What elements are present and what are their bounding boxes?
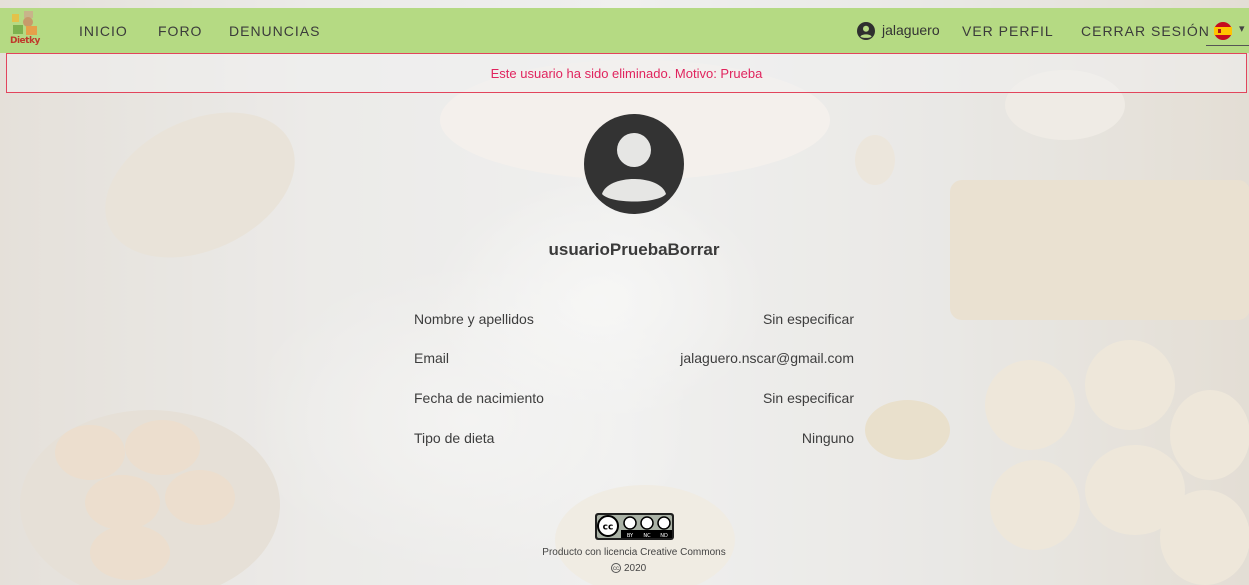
info-row-nombre: Nombre y apellidos Sin especificar	[414, 311, 854, 331]
nav-link-denuncias[interactable]: DENUNCIAS	[229, 23, 320, 39]
nav-link-inicio[interactable]: INICIO	[79, 23, 128, 39]
info-label: Email	[414, 350, 450, 366]
cc-by-nc-nd-badge[interactable]: cc BY NC ND	[595, 513, 674, 540]
svg-text:BY: BY	[627, 533, 634, 539]
info-row-email: Email jalaguero.nscar@gmail.com	[414, 350, 854, 370]
cerrar-sesion-link[interactable]: CERRAR SESIÓN	[1081, 23, 1210, 39]
info-value: Ninguno	[801, 430, 854, 446]
cc-icon: cc	[611, 563, 621, 574]
svg-text:ND: ND	[660, 533, 668, 539]
account-circle-icon	[857, 22, 875, 40]
info-value: Sin especificar	[762, 390, 854, 406]
username-link[interactable]: jalaguero	[882, 22, 940, 38]
footer-license-text: Producto con licencia Creative Commons	[542, 547, 726, 558]
info-label: Nombre y apellidos	[414, 311, 534, 327]
logo-text: Dietky	[10, 36, 40, 46]
ver-perfil-link[interactable]: VER PERFIL	[962, 23, 1054, 39]
info-value: jalaguero.nscar@gmail.com	[680, 350, 854, 366]
svg-text:cc: cc	[603, 523, 614, 533]
info-value: Sin especificar	[762, 311, 854, 327]
profile-username: usuarioPruebaBorrar	[548, 240, 720, 259]
nav-link-foro[interactable]: FORO	[158, 23, 202, 39]
chef-icon	[12, 11, 37, 35]
deleted-user-alert: Este usuario ha sido eliminado. Motivo: …	[6, 53, 1247, 93]
info-label: Fecha de nacimiento	[414, 390, 544, 406]
footer-year: 2020	[624, 563, 647, 574]
info-row-tipo-dieta: Tipo de dieta Ninguno	[414, 430, 854, 450]
info-row-fecha-nacimiento: Fecha de nacimiento Sin especificar	[414, 390, 854, 410]
spain-flag-icon[interactable]	[1214, 22, 1232, 40]
language-select-underline	[1206, 45, 1249, 46]
app-logo[interactable]: Dietky	[10, 10, 40, 50]
info-label: Tipo de dieta	[414, 430, 495, 446]
alert-message: Este usuario ha sido eliminado. Motivo: …	[490, 66, 763, 81]
svg-text:NC: NC	[643, 533, 651, 539]
top-navbar: Dietky INICIO FORO DENUNCIAS jalaguero V…	[0, 8, 1249, 53]
account-circle-icon	[584, 114, 684, 214]
footer-copyright: cc 2020	[611, 563, 646, 574]
chevron-down-icon[interactable]: ▾	[1239, 22, 1245, 35]
